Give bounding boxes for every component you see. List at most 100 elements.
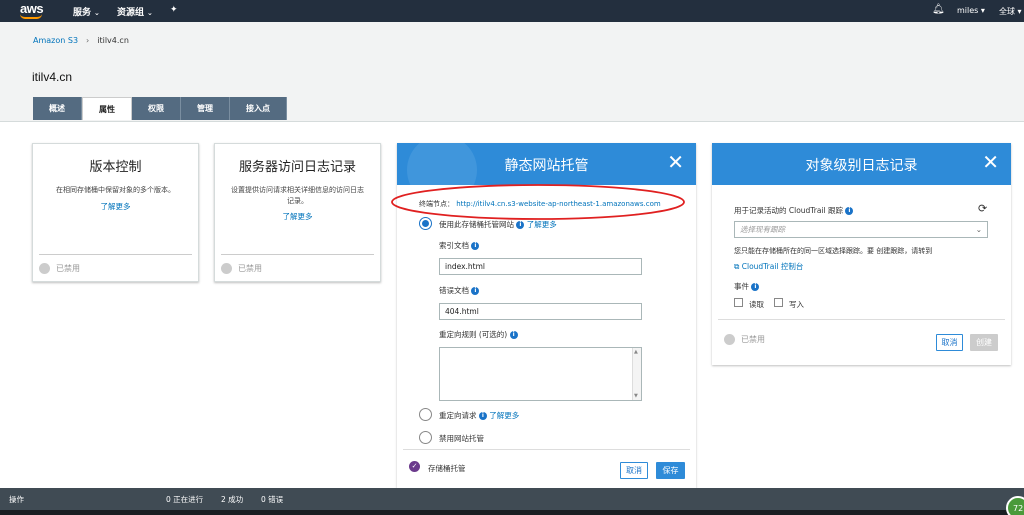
divider <box>403 449 690 450</box>
chevron-down-icon: ▾ <box>980 6 985 15</box>
tab-management[interactable]: 管理 <box>181 97 230 120</box>
trail-select-placeholder: 选择现有跟踪 <box>740 225 785 234</box>
pin-icon[interactable]: ✦ <box>170 5 178 15</box>
read-checkbox[interactable] <box>734 298 743 307</box>
refresh-icon[interactable]: ⟳ <box>978 202 987 215</box>
operations-label: 操作 <box>9 495 24 504</box>
bell-icon[interactable]: 🔔︎ <box>932 4 945 15</box>
status-label: 已禁用 <box>56 264 80 273</box>
versioning-card[interactable]: 版本控制 在相同存储桶中保留对象的多个版本。 了解更多 已禁用 <box>32 143 199 282</box>
cloudtrail-console-link[interactable]: CloudTrail 控制台 <box>742 262 804 271</box>
info-icon[interactable]: i <box>471 242 480 250</box>
status-label: 已禁用 <box>238 264 262 273</box>
error-document-label-row: 错误文档 i <box>439 285 480 296</box>
radio-disable-hosting[interactable] <box>419 431 432 444</box>
redirect-rules-textarea[interactable]: ▲ ▼ <box>439 347 642 401</box>
close-icon[interactable]: ✕ <box>982 150 999 174</box>
services-menu[interactable]: 服务 ⌄ <box>73 5 100 18</box>
chevron-down-icon: ⌄ <box>94 9 100 17</box>
tab-permissions[interactable]: 权限 <box>132 97 181 120</box>
panel-title: 静态网站托管 <box>504 157 589 173</box>
server-access-logging-card[interactable]: 服务器访问日志记录 设置提供访问请求相关详细信息的访问日志记录。 了解更多 已禁… <box>214 143 381 282</box>
panel-title: 对象级别日志记录 <box>805 157 918 173</box>
save-button[interactable]: 保存 <box>656 462 685 479</box>
scrollbar[interactable]: ▲ ▼ <box>632 348 641 400</box>
object-level-logging-panel: 对象级别日志记录 ✕ 用于记录活动的 CloudTrail 跟踪 i ⟳ 选择现… <box>712 143 1011 365</box>
card-footer: 已禁用 <box>221 254 374 282</box>
services-label: 服务 <box>73 8 92 18</box>
taskbar-edge <box>0 510 1024 515</box>
cloudtrail-console-row: ⧉ CloudTrail 控制台 <box>734 261 803 272</box>
status-label: 存储桶托管 <box>428 464 466 473</box>
tab-properties[interactable]: 属性 <box>82 97 132 120</box>
panel-header: 静态网站托管 ✕ <box>397 143 696 185</box>
error-document-input[interactable]: 404.html <box>439 303 642 320</box>
redirect-rules-label: 重定向规则 (可选的) <box>439 330 508 339</box>
disable-option-label: 禁用网站托管 <box>439 434 484 443</box>
error-count: 0 错误 <box>261 495 284 504</box>
trail-label: 用于记录活动的 CloudTrail 跟踪 <box>734 206 844 215</box>
scroll-up-icon[interactable]: ▲ <box>634 349 638 355</box>
radio-host-website[interactable] <box>419 217 432 230</box>
external-link-icon: ⧉ <box>734 262 740 271</box>
events-label-row: 事件 i <box>734 281 760 292</box>
aws-logo-smile <box>20 14 42 19</box>
tab-overview[interactable]: 概述 <box>33 97 82 120</box>
operations-bar[interactable]: 操作 0 正在进行 2 成功 0 错误 <box>0 488 1024 510</box>
read-label: 读取 <box>749 300 764 309</box>
trail-note: 您只能在存储桶所在的同一区域选择跟踪。要 创建跟踪，请转到 <box>734 247 933 255</box>
user-name: miles <box>957 6 979 15</box>
info-icon[interactable]: i <box>845 207 854 215</box>
breadcrumb-current: itilv4.cn <box>97 36 129 45</box>
index-document-label: 索引文档 <box>439 241 469 250</box>
error-document-label: 错误文档 <box>439 286 469 295</box>
close-icon[interactable]: ✕ <box>667 150 684 174</box>
card-description: 在相同存储桶中保留对象的多个版本。 <box>56 186 175 194</box>
status-indicator-icon <box>724 334 735 345</box>
user-menu[interactable]: miles ▾ <box>957 6 985 15</box>
learn-more-link[interactable]: 了解更多 <box>33 201 198 212</box>
card-title: 版本控制 <box>89 159 142 174</box>
top-nav: aws 服务 ⌄ 资源组 ⌄ ✦ 🔔︎ miles ▾ 全球 ▾ <box>0 0 1024 22</box>
breadcrumb-separator: › <box>86 36 90 45</box>
status-indicator-icon <box>221 263 232 274</box>
status-label: 已禁用 <box>741 335 765 344</box>
region-menu[interactable]: 全球 ▾ <box>999 6 1022 17</box>
host-option-label: 使用此存储桶托管网站 <box>439 220 514 229</box>
notification-badge[interactable]: 72 <box>1006 496 1024 515</box>
status-row: 已禁用 <box>724 334 765 345</box>
radio-redirect-requests[interactable] <box>419 408 432 421</box>
card-title: 服务器访问日志记录 <box>238 159 356 174</box>
index-document-input[interactable]: index.html <box>439 258 642 275</box>
tab-access-points[interactable]: 接入点 <box>230 97 287 120</box>
learn-more-link[interactable]: 了解更多 <box>527 220 557 229</box>
trail-select[interactable]: 选择现有跟踪 ⌄ <box>734 221 988 238</box>
static-website-hosting-panel: 静态网站托管 ✕ 终端节点： http://itilv4.cn.s3-websi… <box>391 143 696 488</box>
check-icon: ✓ <box>409 461 420 472</box>
write-checkbox[interactable] <box>774 298 783 307</box>
resource-groups-label: 资源组 <box>117 8 145 18</box>
card-footer: 已禁用 <box>39 254 192 282</box>
info-icon[interactable]: i <box>478 412 487 420</box>
breadcrumb: Amazon S3 › itilv4.cn <box>33 36 129 45</box>
page-header: Amazon S3 › itilv4.cn itilv4.cn 概述 属性 权限 管… <box>0 22 1024 122</box>
breadcrumb-root[interactable]: Amazon S3 <box>33 36 78 45</box>
tab-bar: 概述 属性 权限 管理 接入点 <box>33 97 287 120</box>
info-icon[interactable]: i <box>751 283 760 291</box>
create-button[interactable]: 创建 <box>970 334 998 351</box>
trail-label-row: 用于记录活动的 CloudTrail 跟踪 i <box>734 205 854 216</box>
cancel-button[interactable]: 取消 <box>936 334 963 351</box>
cancel-button[interactable]: 取消 <box>620 462 648 479</box>
redirect-rules-label-row: 重定向规则 (可选的) i <box>439 329 518 340</box>
write-label: 写入 <box>789 300 804 309</box>
redirect-option-label: 重定向请求 <box>439 411 477 420</box>
info-icon[interactable]: i <box>516 221 525 229</box>
host-option: 使用此存储桶托管网站 i 了解更多 <box>439 219 557 230</box>
scroll-down-icon[interactable]: ▼ <box>634 393 638 399</box>
resource-groups-menu[interactable]: 资源组 ⌄ <box>117 5 153 18</box>
info-icon[interactable]: i <box>471 287 480 295</box>
status-indicator-icon <box>39 263 50 274</box>
info-icon[interactable]: i <box>509 331 518 339</box>
learn-more-link[interactable]: 了解更多 <box>215 211 380 222</box>
learn-more-link[interactable]: 了解更多 <box>489 411 519 420</box>
